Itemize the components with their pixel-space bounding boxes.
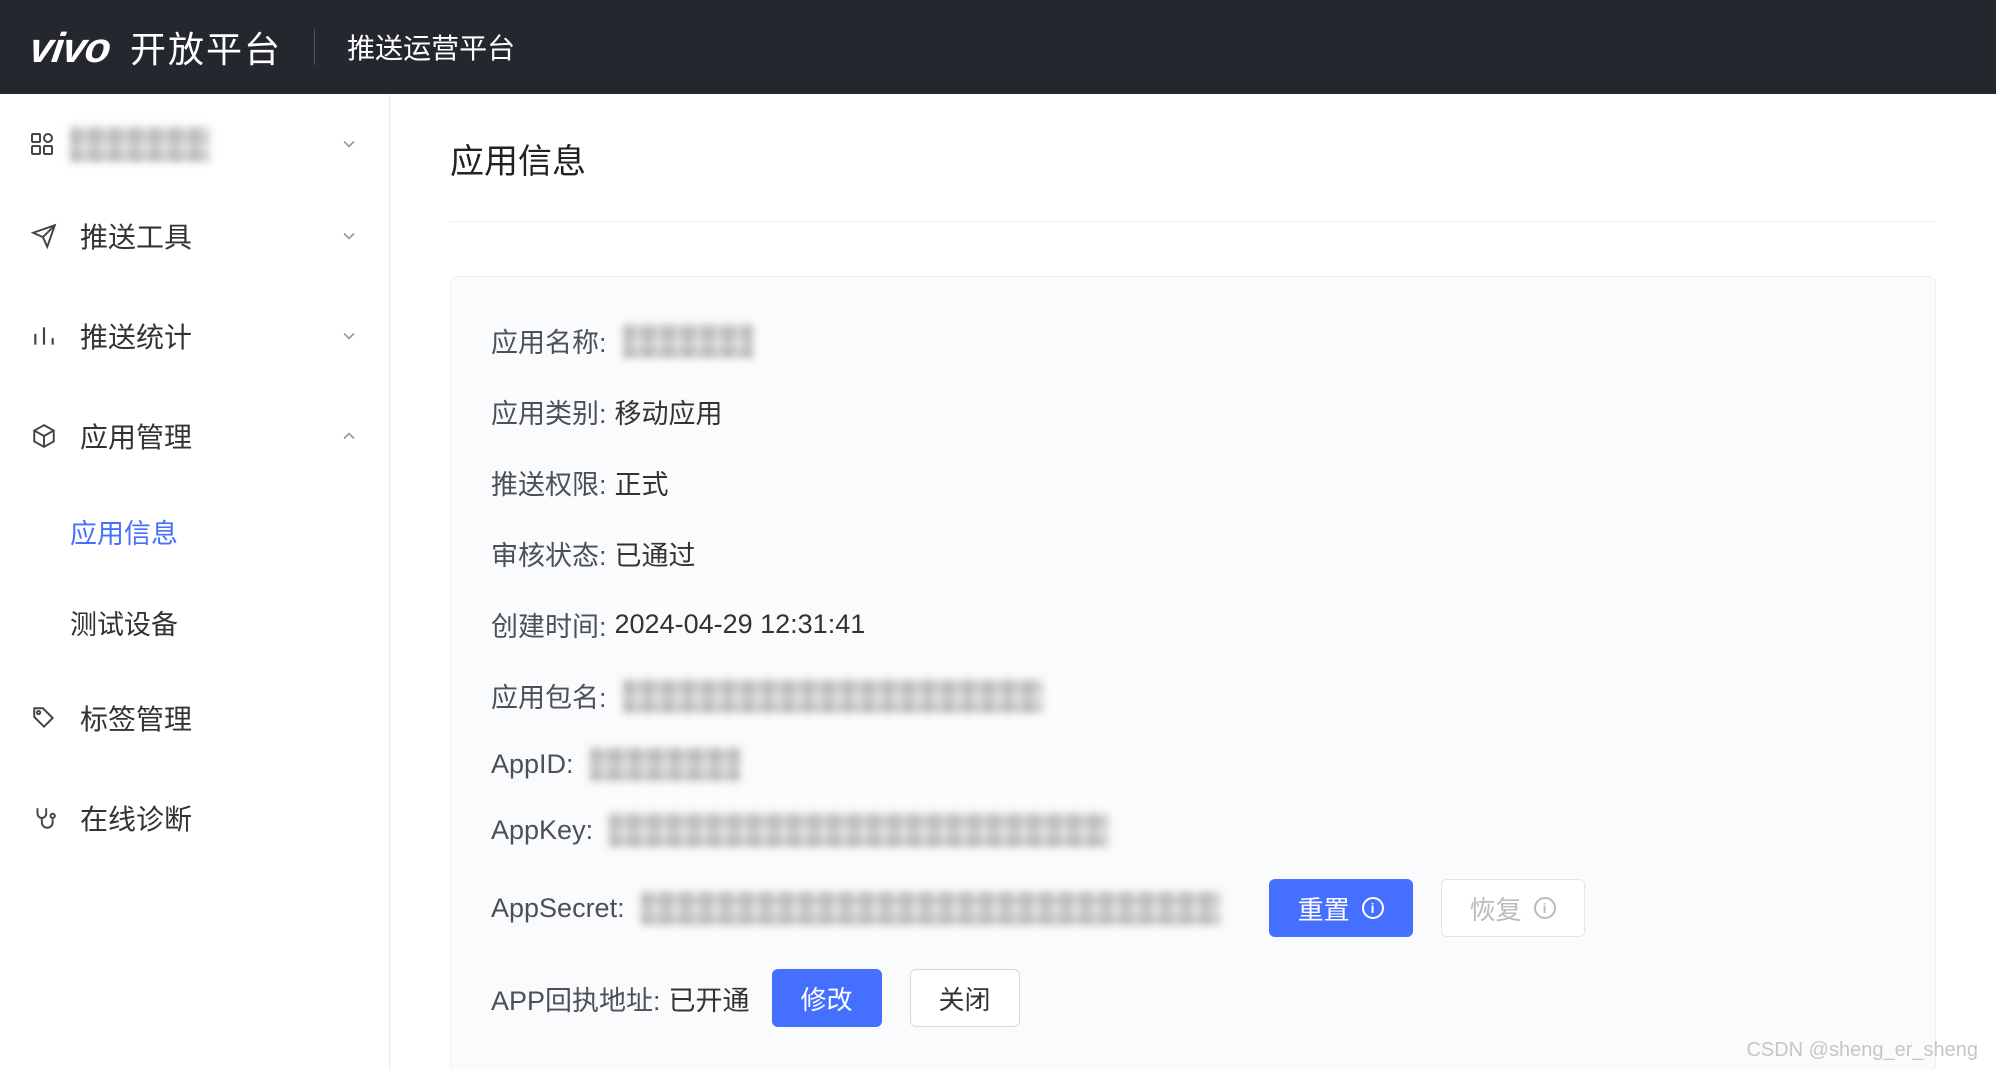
redacted-value bbox=[609, 813, 1109, 847]
header: vivo 开放平台 推送运营平台 bbox=[0, 0, 1996, 94]
field-value: 已通过 bbox=[615, 534, 696, 573]
field-label: 创建时间: bbox=[491, 605, 607, 644]
sidebar-item-app-management[interactable]: 应用管理 bbox=[0, 386, 389, 486]
info-icon: i bbox=[1534, 897, 1556, 919]
close-button[interactable]: 关闭 bbox=[910, 969, 1020, 1027]
app-info-panel: 应用名称: 应用类别: 移动应用 推送权限: 正式 审核状态: 已通过 创建时间… bbox=[450, 276, 1936, 1070]
chevron-up-icon bbox=[339, 426, 359, 446]
redacted-value bbox=[590, 747, 740, 781]
field-app-secret: AppSecret: 重置 i 恢复 i bbox=[491, 879, 1895, 937]
field-push-permission: 推送权限: 正式 bbox=[491, 463, 1895, 502]
sidebar-app-selector[interactable] bbox=[0, 102, 389, 186]
field-label: AppID: bbox=[491, 749, 574, 780]
field-app-category: 应用类别: 移动应用 bbox=[491, 392, 1895, 431]
sidebar: 推送工具 推送统计 应用管理 bbox=[0, 94, 390, 1070]
info-icon: i bbox=[1362, 897, 1384, 919]
field-value: 已开通 bbox=[669, 979, 750, 1018]
sidebar-item-label: 在线诊断 bbox=[80, 798, 359, 838]
field-label: AppSecret: bbox=[491, 893, 625, 924]
sidebar-app-name bbox=[70, 126, 339, 162]
chevron-down-icon bbox=[339, 226, 359, 246]
field-app-key: AppKey: bbox=[491, 813, 1895, 847]
field-audit-status: 审核状态: 已通过 bbox=[491, 534, 1895, 573]
field-label: 应用名称: bbox=[491, 321, 607, 360]
field-app-name: 应用名称: bbox=[491, 321, 1895, 360]
field-label: 推送权限: bbox=[491, 463, 607, 502]
sidebar-subitem-label: 应用信息 bbox=[70, 519, 178, 549]
redacted-app-name bbox=[70, 126, 210, 162]
field-package-name: 应用包名: bbox=[491, 676, 1895, 715]
logo: vivo 开放平台 bbox=[30, 21, 282, 73]
sidebar-subitem-label: 测试设备 bbox=[70, 610, 178, 640]
grid-icon bbox=[30, 132, 54, 156]
reset-button[interactable]: 重置 i bbox=[1269, 879, 1413, 937]
stethoscope-icon bbox=[30, 804, 58, 832]
tag-icon bbox=[30, 704, 58, 732]
cube-icon bbox=[30, 422, 58, 450]
field-created-time: 创建时间: 2024-04-29 12:31:41 bbox=[491, 605, 1895, 644]
sidebar-item-label: 推送统计 bbox=[80, 316, 339, 356]
sidebar-item-push-tools[interactable]: 推送工具 bbox=[0, 186, 389, 286]
restore-button[interactable]: 恢复 i bbox=[1441, 879, 1585, 937]
sidebar-item-label: 标签管理 bbox=[80, 698, 359, 738]
field-label: AppKey: bbox=[491, 815, 593, 846]
field-label: 应用包名: bbox=[491, 676, 607, 715]
field-value: 正式 bbox=[615, 463, 669, 502]
field-label: 审核状态: bbox=[491, 534, 607, 573]
sidebar-subitem-test-devices[interactable]: 测试设备 bbox=[0, 577, 389, 668]
sidebar-item-push-stats[interactable]: 推送统计 bbox=[0, 286, 389, 386]
field-callback-url: APP回执地址: 已开通 修改 关闭 bbox=[491, 969, 1895, 1027]
sidebar-item-label: 推送工具 bbox=[80, 216, 339, 256]
field-value: 2024-04-29 12:31:41 bbox=[615, 609, 866, 640]
header-subtitle: 推送运营平台 bbox=[347, 27, 515, 67]
page-title: 应用信息 bbox=[450, 134, 1936, 222]
sidebar-item-tag-management[interactable]: 标签管理 bbox=[0, 668, 389, 768]
sidebar-item-label: 应用管理 bbox=[80, 416, 339, 456]
field-label: APP回执地址: bbox=[491, 979, 661, 1018]
modify-button[interactable]: 修改 bbox=[772, 969, 882, 1027]
field-value: 移动应用 bbox=[615, 392, 723, 431]
field-app-id: AppID: bbox=[491, 747, 1895, 781]
brand-text: vivo bbox=[27, 24, 114, 72]
redacted-value bbox=[641, 891, 1221, 925]
button-label: 恢复 bbox=[1470, 890, 1522, 927]
bar-chart-icon bbox=[30, 322, 58, 350]
watermark: CSDN @sheng_er_sheng bbox=[1746, 1039, 1978, 1062]
redacted-value bbox=[623, 679, 1043, 713]
button-label: 关闭 bbox=[939, 980, 991, 1017]
main-content: 应用信息 应用名称: 应用类别: 移动应用 推送权限: 正式 审核状态: 已通过… bbox=[390, 94, 1996, 1070]
paper-plane-icon bbox=[30, 222, 58, 250]
field-label: 应用类别: bbox=[491, 392, 607, 431]
platform-text: 开放平台 bbox=[130, 21, 282, 73]
sidebar-subitem-app-info[interactable]: 应用信息 bbox=[0, 486, 389, 577]
header-divider bbox=[314, 29, 315, 65]
chevron-down-icon bbox=[339, 326, 359, 346]
chevron-down-icon bbox=[339, 134, 359, 154]
button-label: 重置 bbox=[1298, 890, 1350, 927]
button-label: 修改 bbox=[801, 980, 853, 1017]
redacted-value bbox=[623, 324, 753, 358]
sidebar-item-diagnostics[interactable]: 在线诊断 bbox=[0, 768, 389, 868]
